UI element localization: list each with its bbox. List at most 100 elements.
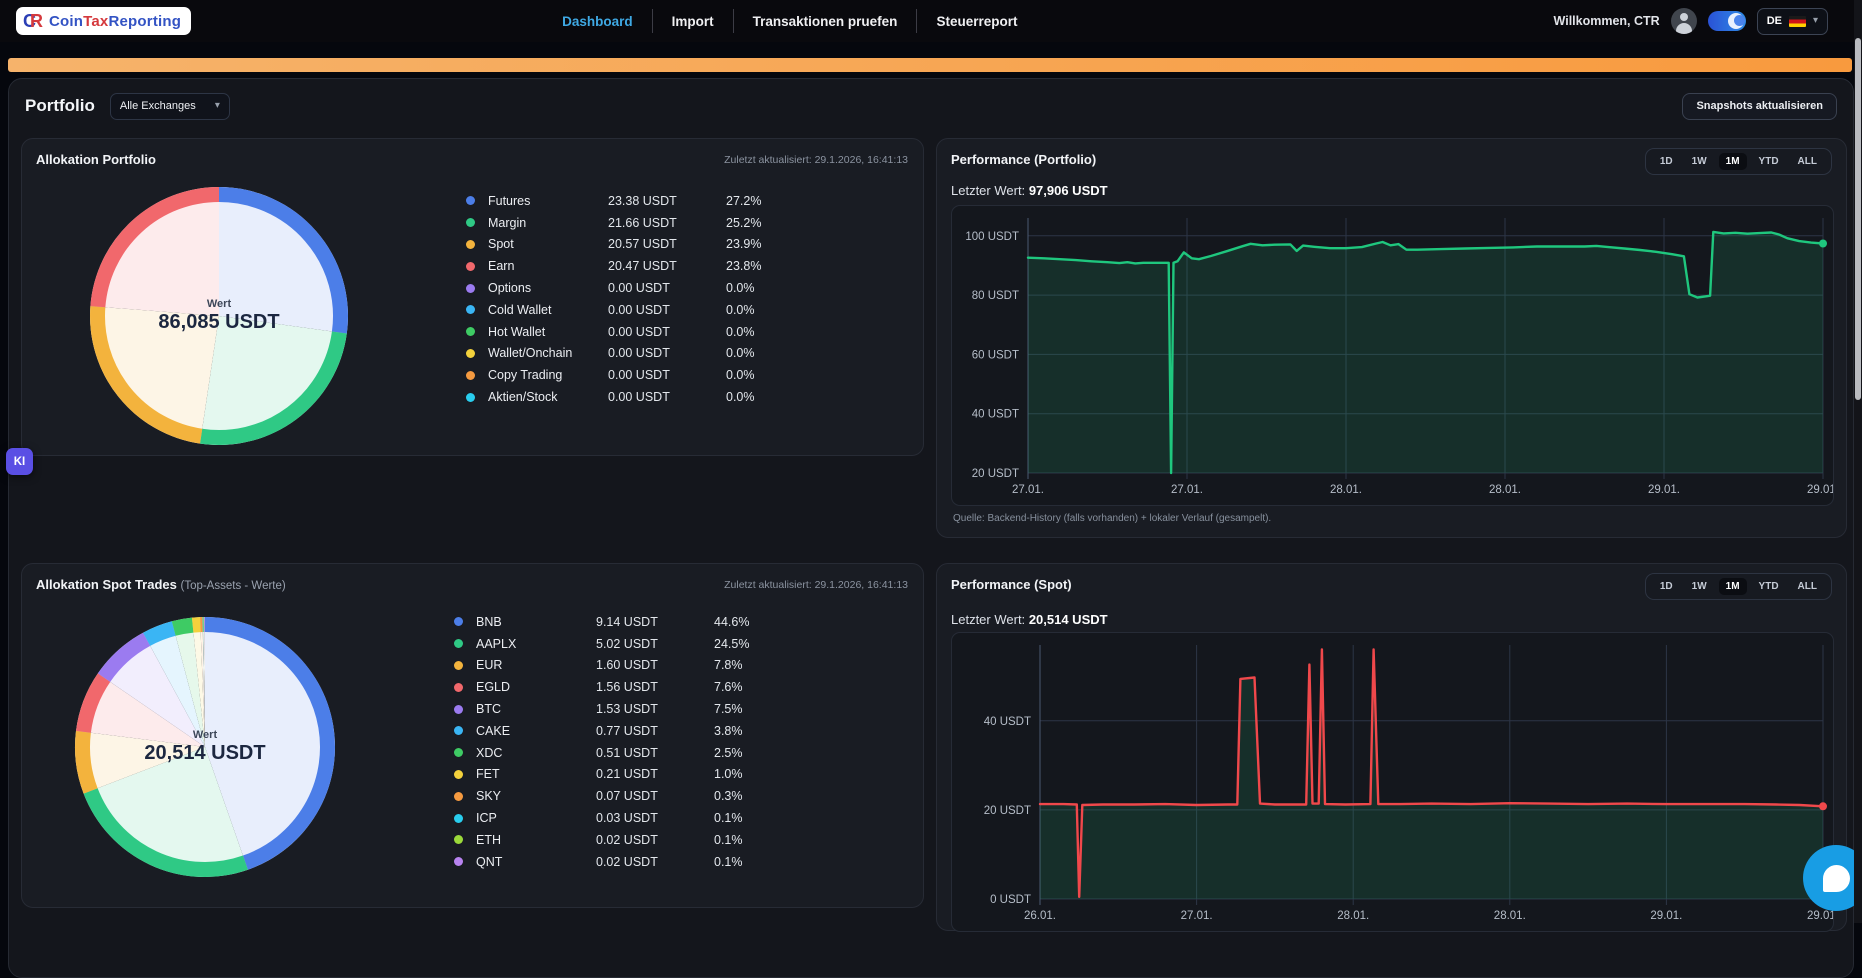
exchange-filter-select[interactable]: Alle Exchanges ▾: [110, 93, 230, 120]
svg-text:27.01.: 27.01.: [1171, 484, 1203, 496]
portfolio-header: Portfolio Alle Exchanges ▾ Snapshots akt…: [25, 91, 1837, 121]
nav-link-steuerreport[interactable]: Steuerreport: [917, 14, 1036, 29]
last-value: 20,514 USDT: [1029, 612, 1108, 627]
legend-row: SKY0.07 USDT0.3%: [454, 785, 894, 807]
legend-row: EGLD1.56 USDT7.6%: [454, 676, 894, 698]
ki-assistant-button[interactable]: KI: [6, 448, 33, 475]
legend-row: Options0.00 USDT0.0%: [466, 277, 906, 299]
chat-bubble-icon: [1823, 865, 1850, 892]
svg-text:20 USDT: 20 USDT: [984, 805, 1031, 817]
svg-text:60 USDT: 60 USDT: [972, 349, 1019, 361]
svg-text:29.01.: 29.01.: [1807, 484, 1834, 496]
legend-value: 20.57 USDT: [608, 237, 726, 251]
range-button-1w[interactable]: 1W: [1685, 578, 1714, 595]
legend-value: 0.21 USDT: [596, 767, 714, 781]
user-avatar-icon[interactable]: [1671, 8, 1697, 34]
nav-link-import[interactable]: Import: [653, 14, 733, 29]
language-select[interactable]: DE ▾: [1757, 8, 1828, 35]
allocation-legend: BNB9.14 USDT44.6%AAPLX5.02 USDT24.5%EUR1…: [454, 611, 894, 873]
legend-label: XDC: [476, 746, 596, 760]
legend-value: 20.47 USDT: [608, 259, 726, 273]
navbar: CR CoinTaxReporting DashboardImportTrans…: [0, 0, 1862, 42]
range-button-1d[interactable]: 1D: [1653, 153, 1680, 170]
legend-label: BNB: [476, 615, 596, 629]
legend-value: 1.53 USDT: [596, 702, 714, 716]
card-title: Allokation Spot Trades (Top-Assets - Wer…: [36, 577, 286, 592]
legend-row: BTC1.53 USDT7.5%: [454, 698, 894, 720]
legend-value: 1.60 USDT: [596, 658, 714, 672]
legend-label: EUR: [476, 658, 596, 672]
page-title: Portfolio: [25, 96, 95, 116]
allocation-portfolio-card: Allokation Portfolio Zuletzt aktualisier…: [21, 138, 924, 456]
card-subtitle: (Top-Assets - Werte): [180, 580, 285, 592]
legend-value: 0.00 USDT: [608, 346, 726, 360]
svg-text:40 USDT: 40 USDT: [984, 716, 1031, 728]
legend-value: 0.00 USDT: [608, 368, 726, 382]
range-button-1w[interactable]: 1W: [1685, 153, 1714, 170]
legend-percent: 0.1%: [714, 855, 894, 869]
legend-value: 1.56 USDT: [596, 680, 714, 694]
legend-row: ETH0.02 USDT0.1%: [454, 829, 894, 851]
legend-color-dot: [466, 305, 475, 314]
range-button-1m[interactable]: 1M: [1719, 578, 1747, 595]
svg-text:27.01.: 27.01.: [1012, 484, 1044, 496]
legend-percent: 0.1%: [714, 811, 894, 825]
legend-color-dot: [454, 683, 463, 692]
legend-value: 0.03 USDT: [596, 811, 714, 825]
range-button-ytd[interactable]: YTD: [1752, 578, 1786, 595]
svg-text:27.01.: 27.01.: [1181, 910, 1213, 922]
legend-percent: 7.8%: [714, 658, 894, 672]
legend-percent: 0.0%: [726, 368, 906, 382]
legend-row: Cold Wallet0.00 USDT0.0%: [466, 299, 906, 321]
legend-color-dot: [454, 639, 463, 648]
legend-label: Margin: [488, 216, 608, 230]
legend-row: FET0.21 USDT1.0%: [454, 764, 894, 786]
legend-color-dot: [466, 284, 475, 293]
nav-link-dashboard[interactable]: Dashboard: [543, 14, 652, 29]
chevron-down-icon: ▾: [1813, 16, 1818, 26]
svg-text:29.01.: 29.01.: [1650, 910, 1682, 922]
legend-value: 0.00 USDT: [608, 303, 726, 317]
legend-label: SKY: [476, 789, 596, 803]
nav-link-transaktionen-pruefen[interactable]: Transaktionen pruefen: [734, 14, 917, 29]
legend-label: BTC: [476, 702, 596, 716]
range-button-all[interactable]: ALL: [1791, 153, 1824, 170]
legend-label: Copy Trading: [488, 368, 608, 382]
legend-percent: 0.3%: [714, 789, 894, 803]
legend-percent: 0.0%: [726, 325, 906, 339]
language-code: DE: [1767, 15, 1782, 27]
legend-percent: 0.0%: [726, 281, 906, 295]
time-range-selector: 1D 1W 1M YTD ALL: [1645, 573, 1832, 600]
legend-row: Earn20.47 USDT23.8%: [466, 255, 906, 277]
range-button-all[interactable]: ALL: [1791, 578, 1824, 595]
legend-value: 23.38 USDT: [608, 194, 726, 208]
legend-color-dot: [454, 726, 463, 735]
legend-percent: 23.9%: [726, 237, 906, 251]
spot-performance-chart: 0 USDT20 USDT40 USDT26.01.27.01.28.01.28…: [951, 632, 1834, 932]
legend-color-dot: [466, 393, 475, 402]
scrollbar-thumb[interactable]: [1855, 38, 1861, 400]
range-button-1d[interactable]: 1D: [1653, 578, 1680, 595]
svg-text:28.01.: 28.01.: [1330, 484, 1362, 496]
range-button-1m[interactable]: 1M: [1719, 153, 1747, 170]
dark-mode-toggle[interactable]: [1708, 11, 1746, 31]
legend-label: ICP: [476, 811, 596, 825]
app-logo[interactable]: CR CoinTaxReporting: [16, 7, 191, 35]
legend-percent: 25.2%: [726, 216, 906, 230]
range-button-ytd[interactable]: YTD: [1752, 153, 1786, 170]
legend-row: Copy Trading0.00 USDT0.0%: [466, 364, 906, 386]
legend-value: 0.77 USDT: [596, 724, 714, 738]
moon-icon: [1728, 13, 1744, 29]
performance-spot-card: Performance (Spot) 1D 1W 1M YTD ALL Letzter …: [936, 563, 1847, 931]
last-value-line: Letzter Wert: 20,514 USDT: [951, 612, 1108, 627]
legend-color-dot: [454, 661, 463, 670]
chevron-down-icon: ▾: [215, 101, 220, 111]
scrollbar-track[interactable]: [1854, 0, 1862, 923]
legend-label: Hot Wallet: [488, 325, 608, 339]
card-title: Performance (Spot): [951, 577, 1072, 592]
legend-label: AAPLX: [476, 637, 596, 651]
legend-row: Margin21.66 USDT25.2%: [466, 212, 906, 234]
legend-color-dot: [466, 327, 475, 336]
legend-label: Cold Wallet: [488, 303, 608, 317]
refresh-snapshots-button[interactable]: Snapshots aktualisieren: [1682, 93, 1837, 120]
